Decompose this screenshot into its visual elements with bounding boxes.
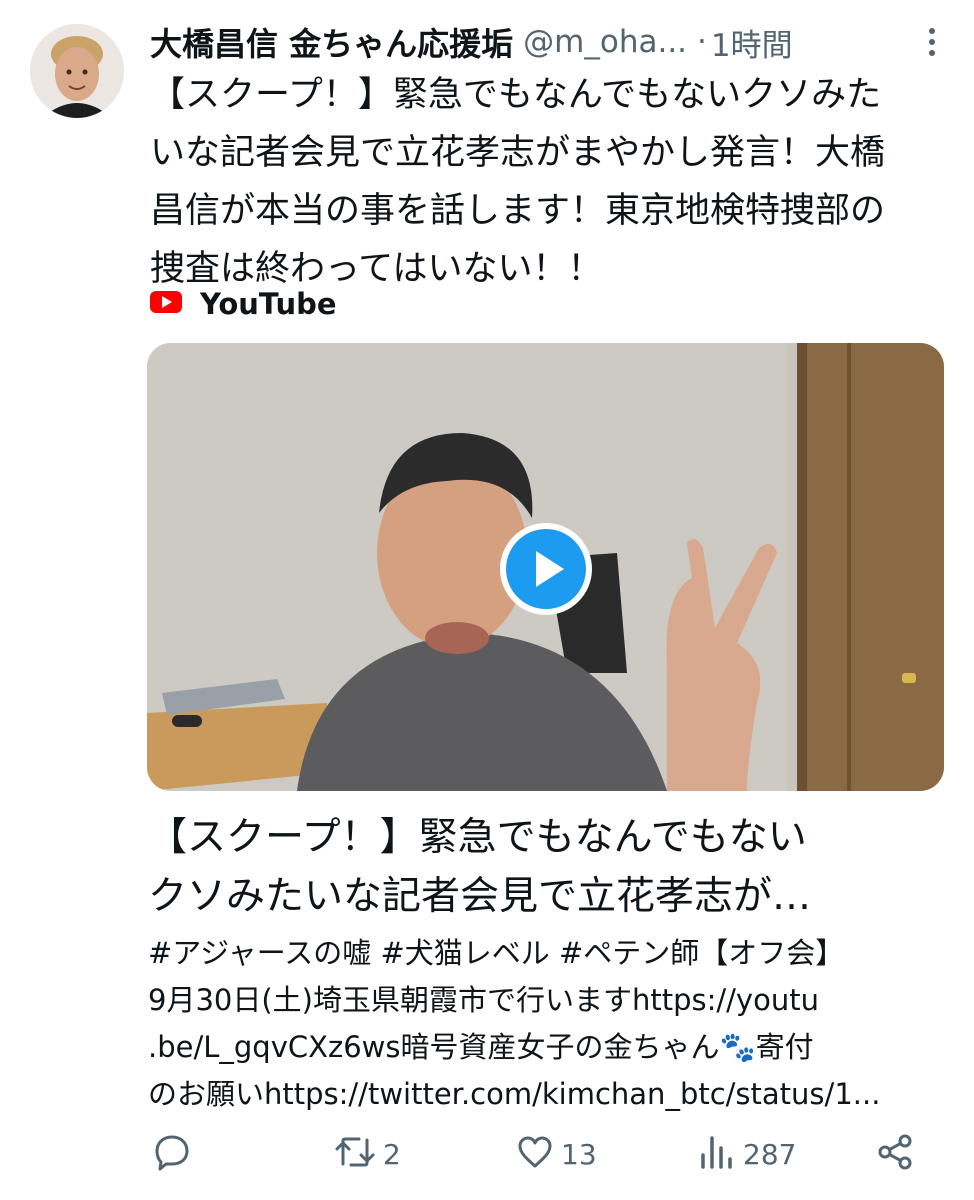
timestamp[interactable]: 1時間	[711, 20, 793, 65]
youtube-icon	[150, 290, 182, 318]
avatar-image	[30, 24, 124, 118]
card-source-label: YouTube	[200, 287, 337, 321]
card-source[interactable]: YouTube	[150, 282, 337, 326]
card-description[interactable]: #アジャースの嘘 #犬猫レベル #ペテン師【オフ会】 9月30日(土)埼玉県朝霞…	[148, 930, 948, 1118]
retweet-icon	[333, 1132, 377, 1176]
views-button[interactable]: 287	[697, 1130, 796, 1178]
share-icon	[875, 1132, 915, 1176]
card-description-line: #アジャースの嘘 #犬猫レベル #ペテン師【オフ会】	[148, 936, 845, 970]
tweet-text: 【スクープ！】緊急でもなんでもないクソみた いな記者会見で立花孝志がまやかし発言…	[150, 66, 950, 298]
view-count: 287	[743, 1137, 797, 1171]
tweet-text-line: 【スクープ！】緊急でもなんでもないクソみた	[150, 75, 882, 115]
like-button[interactable]: 13	[515, 1130, 597, 1178]
card-description-line: .be/L_gqvCXz6ws暗号資産女子の金ちゃん🐾寄付	[148, 1030, 814, 1064]
reply-icon	[152, 1132, 192, 1176]
avatar[interactable]	[30, 24, 124, 118]
play-icon[interactable]	[498, 521, 594, 617]
display-name[interactable]: 大橋昌信 金ちゃん応援垢	[150, 19, 513, 65]
like-count: 13	[561, 1137, 597, 1171]
retweet-button[interactable]: 2	[333, 1130, 401, 1178]
card-description-line: 9月30日(土)埼玉県朝霞市で行いますhttps://youtu	[148, 983, 819, 1017]
card-title-line: クソみたいな記者会見で立花孝志が…	[148, 874, 812, 919]
retweet-count: 2	[383, 1137, 401, 1171]
tweet-text-line: いな記者会見で立花孝志がまやかし発言！大橋	[150, 133, 886, 173]
card-title[interactable]: 【スクープ！】緊急でもなんでもない クソみたいな記者会見で立花孝志が…	[148, 808, 948, 926]
user-handle[interactable]: @m_oha...	[523, 24, 687, 60]
views-icon	[697, 1132, 737, 1176]
separator: ·	[697, 24, 707, 60]
action-bar: 2 13 287	[150, 1130, 930, 1178]
like-icon	[515, 1132, 555, 1176]
card-title-line: 【スクープ！】緊急でもなんでもない	[148, 815, 807, 860]
tweet-header: 大橋昌信 金ちゃん応援垢 @m_oha... · 1時間	[150, 18, 944, 66]
card-description-line: のお願いhttps://twitter.com/kimchan_btc/stat…	[148, 1077, 881, 1111]
more-icon[interactable]	[920, 24, 944, 60]
tweet-text-line: 昌信が本当の事を話します！東京地検特捜部の	[150, 191, 886, 231]
share-button[interactable]	[875, 1130, 915, 1178]
reply-button[interactable]	[152, 1130, 198, 1178]
